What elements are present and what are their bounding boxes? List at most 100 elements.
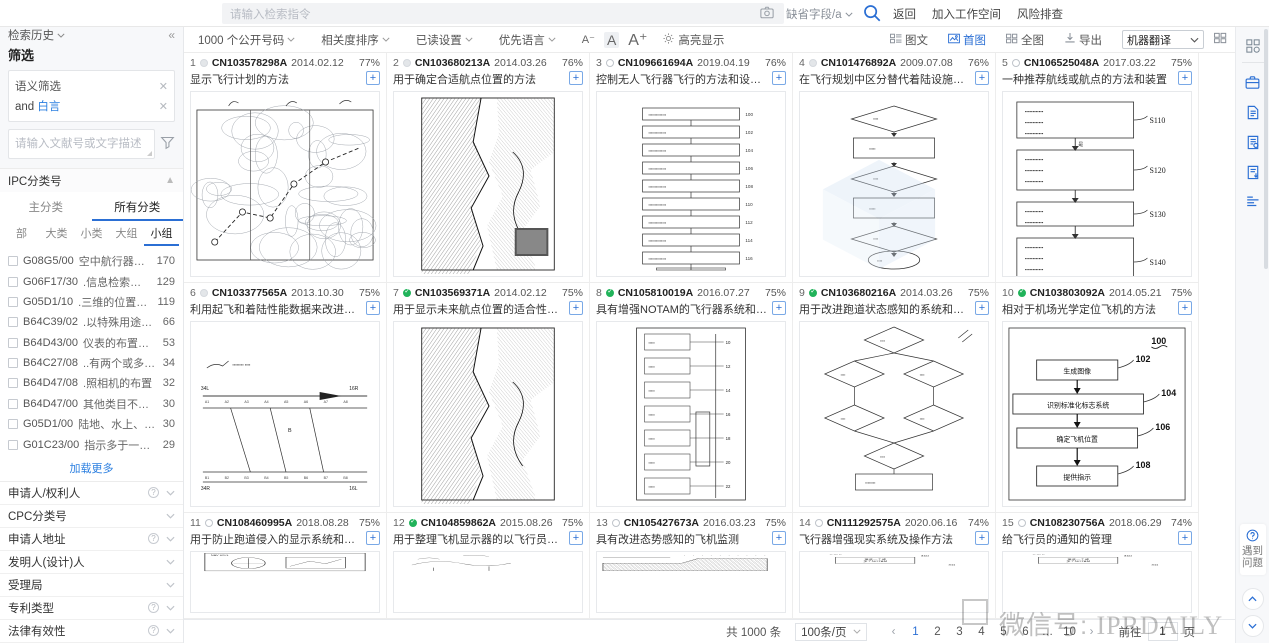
- read-status-icon[interactable]: [611, 519, 620, 527]
- patent-figure-thumbnail[interactable]: ▪▪▪▪▪▪▪▪▪▪▪▪ ▪▪▪▪▪▪▪▪▪▪▪▪ ▪▪▪▪▪▪▪▪▪▪▪▪ S110…: [1002, 91, 1192, 277]
- result-card[interactable]: 9 CN103680216A 2014.03.26 75% 用于改进跑道状态感知的系统和…: [793, 283, 996, 513]
- add-to-workspace-button[interactable]: +: [569, 531, 583, 545]
- facet-5[interactable]: 专利类型?: [0, 597, 183, 620]
- result-card[interactable]: 12 CN104859862A 2015.08.26 75% 用于整理飞机显示器的以飞行…: [387, 513, 590, 619]
- add-to-workspace-button[interactable]: +: [975, 301, 989, 315]
- scroll-down-button[interactable]: [1241, 615, 1264, 637]
- read-status-icon[interactable]: [808, 287, 817, 297]
- document-search-icon[interactable]: [1240, 127, 1266, 157]
- grid-layout-icon[interactable]: [1214, 32, 1227, 47]
- result-title[interactable]: 一种推荐航线或航点的方法和装置: [1002, 71, 1174, 87]
- view-mode-first-image[interactable]: 首图: [948, 32, 986, 48]
- result-title[interactable]: 具有改进态势感知的飞机监测: [596, 531, 768, 547]
- top-link-workspace[interactable]: 加入工作空间: [932, 6, 1001, 22]
- highlight-toggle[interactable]: 高亮显示: [663, 32, 724, 48]
- result-title[interactable]: 具有增强NOTAM的飞行器系统和方法: [596, 301, 768, 317]
- toolbar-read-settings[interactable]: 已读设置: [416, 32, 473, 48]
- publication-number[interactable]: CN103680213A: [415, 57, 490, 69]
- publication-number[interactable]: CN105427673A: [624, 517, 699, 529]
- ipc-checkbox[interactable]: [8, 337, 18, 348]
- result-card[interactable]: 15 CN108230756A 2018.06.29 74% 给飞行员的通知的管理 + ▪▪…: [996, 513, 1199, 619]
- result-title[interactable]: 用于确定合适航点位置的方法: [393, 71, 565, 87]
- add-to-workspace-button[interactable]: +: [1178, 301, 1192, 315]
- ipc-checkbox[interactable]: [8, 419, 18, 430]
- camera-icon[interactable]: [760, 6, 774, 22]
- patent-figure-thumbnail[interactable]: ▪▪ ▪▪▪ ▪▪ 接收一个或 多个NOTAM 310 311: [799, 551, 989, 613]
- remove-condition-icon[interactable]: ✕: [159, 100, 168, 113]
- add-to-workspace-button[interactable]: +: [772, 71, 786, 85]
- read-status-icon[interactable]: [1017, 519, 1026, 527]
- remove-condition-icon[interactable]: ✕: [159, 80, 168, 93]
- patent-figure-thumbnail[interactable]: ▪▪▪▪ ▪▪▪▪▪ ▪▪▪▪ ▪▪▪▪▪ ▪▪▪▪ ▪▪▪▪: [799, 91, 989, 277]
- ipc-checkbox[interactable]: [8, 358, 18, 369]
- add-to-workspace-button[interactable]: +: [366, 71, 380, 85]
- patent-figure-thumbnail[interactable]: ▪▪▪▪▪ 10 ▪▪▪▪▪ 12 ▪▪▪▪▪ 14 ▪▪▪▪▪ 16 ▪▪▪▪▪ 18 ▪▪▪▪▪…: [596, 321, 786, 507]
- patent-figure-thumbnail[interactable]: ▪▪▪▪ ▪▪▪▪ ▪▪▪▪ ▪▪▪▪ ▪▪▪▪ ▪▪▪▪ ▪▪▪▪▪▪▪▪: [799, 321, 989, 507]
- read-status-icon[interactable]: [408, 517, 417, 527]
- top-link-back[interactable]: 返回: [893, 6, 916, 22]
- ipc-row[interactable]: G05D1/00 陆地、水上、空... 30: [0, 414, 183, 434]
- help-icon[interactable]: ?: [148, 625, 159, 637]
- read-status-icon[interactable]: [605, 59, 614, 67]
- view-mode-text-image[interactable]: 图文: [890, 32, 928, 48]
- prev-page-button[interactable]: ‹: [883, 626, 905, 638]
- ipc-level-class[interactable]: 大类: [39, 223, 74, 246]
- result-title[interactable]: 显示飞行计划的方法: [190, 71, 362, 87]
- ipc-row[interactable]: G06F17/30 .信息检索，其... 129: [0, 271, 183, 291]
- patent-figure-thumbnail[interactable]: 100 生成图像 102 识别标准化标志系统 104 确定飞机位置 106 提供指示 108: [1002, 321, 1192, 507]
- page-size-select[interactable]: 100条/页: [795, 622, 867, 641]
- page-number[interactable]: 5: [993, 626, 1015, 638]
- add-to-workspace-button[interactable]: +: [569, 301, 583, 315]
- ipc-checkbox[interactable]: [8, 256, 18, 267]
- search-submit-button[interactable]: [862, 3, 882, 26]
- read-status-icon[interactable]: [814, 519, 823, 527]
- goto-page-input[interactable]: [1147, 622, 1178, 641]
- patent-figure-thumbnail[interactable]: [393, 321, 583, 507]
- help-icon[interactable]: ?: [148, 533, 159, 545]
- ipc-section-header[interactable]: IPC分类号 ▲: [0, 169, 183, 192]
- patent-figure-thumbnail[interactable]: ▪▪ ▪▪▪ ▪▪ 接收一个或 多个NOTAM 310 311: [1002, 551, 1192, 613]
- page-number[interactable]: …: [1037, 626, 1059, 638]
- read-status-icon[interactable]: [1017, 287, 1026, 297]
- add-to-workspace-button[interactable]: +: [772, 531, 786, 545]
- patent-figure-thumbnail[interactable]: [393, 551, 583, 613]
- result-card[interactable]: 13 CN105427673A 2016.03.23 75% 具有改进态势感知的飞机监测…: [590, 513, 793, 619]
- ipc-level-section[interactable]: 部: [4, 223, 39, 246]
- add-to-workspace-button[interactable]: +: [975, 531, 989, 545]
- result-title[interactable]: 用于显示未来航点位置的适合性的方法: [393, 301, 565, 317]
- patent-figure-thumbnail[interactable]: NAV HDG: [190, 551, 380, 613]
- patent-figure-thumbnail[interactable]: [190, 91, 380, 277]
- ipc-level-subgroup[interactable]: 小组: [144, 223, 179, 246]
- page-number[interactable]: 10: [1059, 626, 1081, 638]
- result-card[interactable]: 1 CN103578298A 2014.02.12 77% 显示飞行计划的方法 +: [184, 53, 387, 283]
- ipc-tab-all[interactable]: 所有分类: [91, 196, 183, 221]
- sidebar-collapse-icon[interactable]: «: [168, 28, 175, 42]
- ipc-level-subclass[interactable]: 小类: [74, 223, 109, 246]
- ipc-row[interactable]: G05D1/10 .三维的位置或... 119: [0, 292, 183, 312]
- publication-number[interactable]: CN106525048A: [1024, 57, 1099, 69]
- results-grid[interactable]: 1 CN103578298A 2014.02.12 77% 显示飞行计划的方法 +2 CN1…: [184, 53, 1235, 619]
- ipc-checkbox[interactable]: [8, 317, 18, 328]
- add-to-workspace-button[interactable]: +: [1178, 531, 1192, 545]
- result-title[interactable]: 给飞行员的通知的管理: [1002, 531, 1174, 547]
- publication-number[interactable]: CN109661694A: [618, 57, 693, 69]
- font-size-medium-button[interactable]: A: [603, 31, 620, 48]
- facet-2[interactable]: 申请人地址?: [0, 528, 183, 551]
- publication-number[interactable]: CN103803092A: [1030, 287, 1105, 299]
- publication-number[interactable]: CN103569371A: [415, 287, 490, 299]
- page-scrollbar[interactable]: [1264, 29, 1268, 269]
- publication-number[interactable]: CN103377565A: [212, 287, 287, 299]
- result-card[interactable]: 10 CN103803092A 2014.05.21 75% 相对于机场光学定位飞机的方…: [996, 283, 1199, 513]
- result-title[interactable]: 在飞行规划中区分替代着陆设施的优...: [799, 71, 971, 87]
- briefcase-icon[interactable]: [1240, 67, 1266, 97]
- publication-number[interactable]: CN108460995A: [217, 517, 292, 529]
- list-detail-icon[interactable]: [1240, 187, 1266, 217]
- read-status-icon[interactable]: [204, 519, 213, 527]
- result-title[interactable]: 控制无人飞行器飞行的方法和设备、...: [596, 71, 768, 87]
- publication-number[interactable]: CN111292575A: [827, 517, 901, 529]
- read-status-icon[interactable]: [199, 289, 208, 297]
- ipc-checkbox[interactable]: [8, 296, 18, 307]
- font-size-small-button[interactable]: A⁻: [582, 33, 595, 46]
- patent-figure-thumbnail[interactable]: ▪▪▪▪▪▪▪▪▪▪▪▪▪▪ 100 ▪▪▪▪▪▪▪▪▪▪▪▪▪▪ 102 ▪▪▪▪▪▪…: [596, 91, 786, 277]
- add-to-workspace-button[interactable]: +: [366, 531, 380, 545]
